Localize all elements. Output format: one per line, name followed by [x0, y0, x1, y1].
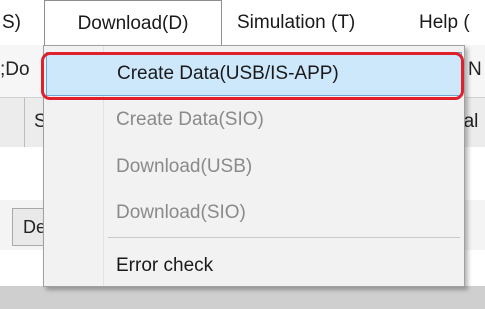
menu-help[interactable]: Help (	[413, 0, 476, 45]
toolbar-fragment-right: N	[468, 59, 482, 80]
menu-item-download-usb[interactable]: Download(USB)	[46, 145, 462, 189]
menu-item-error-check[interactable]: Error check	[46, 244, 462, 288]
status-strip	[0, 286, 485, 309]
menu-item-create-data-sio[interactable]: Create Data(SIO)	[46, 98, 462, 142]
menu-download[interactable]: Download(D)	[44, 0, 222, 45]
menu-separator	[108, 237, 460, 238]
highlight-box	[41, 52, 464, 100]
menu-bar: S) Download(D) Simulation (T) Help (	[0, 0, 485, 45]
menu-item-download-sio[interactable]: Download(SIO)	[46, 191, 462, 235]
menu-tools[interactable]: S)	[0, 0, 27, 45]
toolbar-fragment-left: ;Do	[0, 59, 30, 80]
column-divider	[24, 98, 25, 148]
menu-simulation[interactable]: Simulation (T)	[231, 0, 361, 45]
